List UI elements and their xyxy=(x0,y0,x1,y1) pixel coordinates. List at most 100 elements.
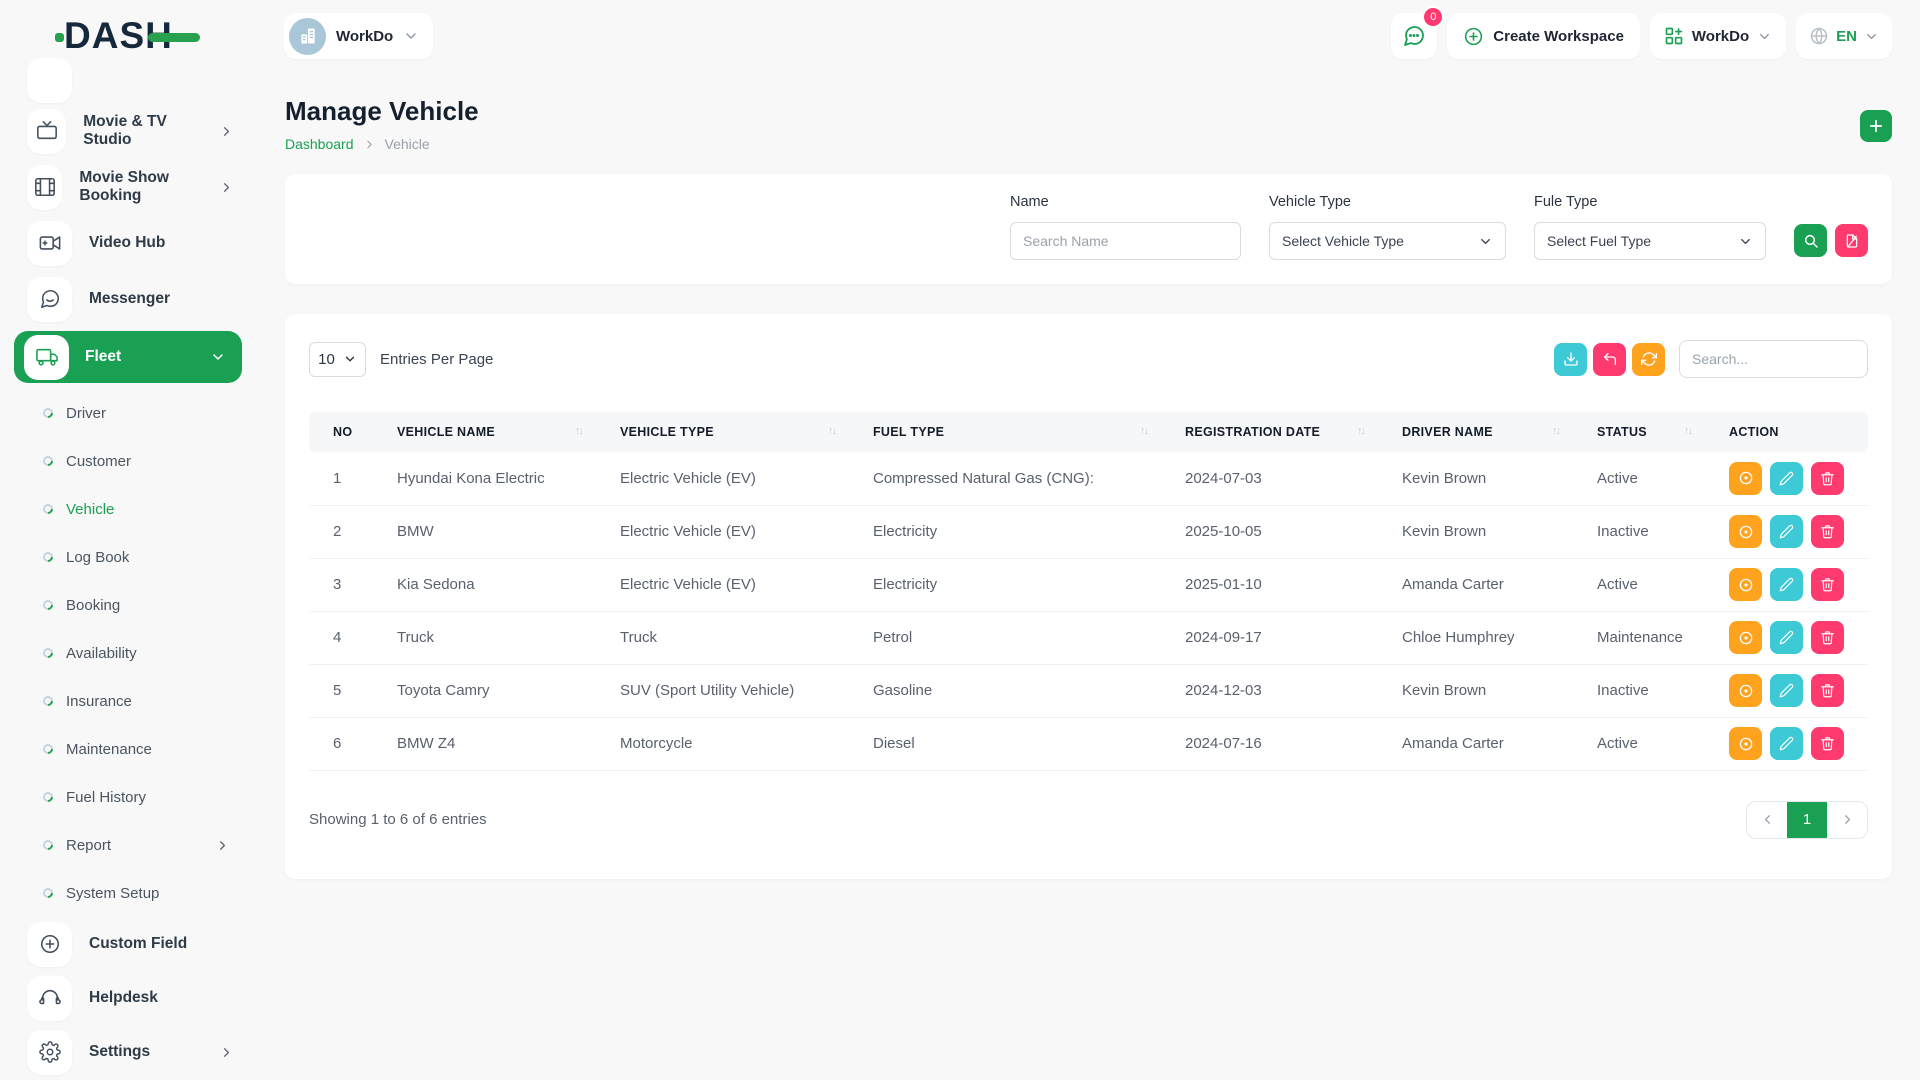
pencil-icon xyxy=(1779,471,1794,486)
cell-vehicle-name: BMW xyxy=(373,505,596,558)
create-workspace-button[interactable]: Create Workspace xyxy=(1447,13,1640,59)
breadcrumb-dashboard-link[interactable]: Dashboard xyxy=(285,136,354,152)
sidebar-item-customer[interactable]: Customer xyxy=(16,437,260,485)
sort-icon[interactable]: ↑↓ xyxy=(575,425,582,437)
table-row: 2 BMW Electric Vehicle (EV) Electricity … xyxy=(309,505,1868,558)
table-row: 5 Toyota Camry SUV (Sport Utility Vehicl… xyxy=(309,664,1868,717)
view-button[interactable] xyxy=(1729,515,1762,548)
column-header-fuel-type[interactable]: ↑↓FUEL TYPE xyxy=(849,412,1161,452)
refresh-button[interactable] xyxy=(1632,343,1665,376)
previous-page-button[interactable] xyxy=(1747,802,1787,838)
page-number-button[interactable]: 1 xyxy=(1787,802,1827,838)
column-header-driver-name[interactable]: ↑↓DRIVER NAME xyxy=(1378,412,1573,452)
cell-vehicle-name: Truck xyxy=(373,611,596,664)
sidebar-item-video-hub[interactable]: Video Hub xyxy=(16,215,260,271)
workspace-switcher[interactable]: WorkDo xyxy=(1650,13,1786,59)
cell-vehicle-name: BMW Z4 xyxy=(373,717,596,770)
sidebar-item-report[interactable]: Report xyxy=(16,821,260,869)
cell-no: 2 xyxy=(309,505,373,558)
sidebar-item-maintenance[interactable]: Maintenance xyxy=(16,725,260,773)
view-button[interactable] xyxy=(1729,674,1762,707)
language-selector[interactable]: EN xyxy=(1796,13,1892,59)
delete-button[interactable] xyxy=(1811,727,1844,760)
edit-button[interactable] xyxy=(1770,674,1803,707)
delete-button[interactable] xyxy=(1811,674,1844,707)
page-title: Manage Vehicle xyxy=(285,96,479,127)
vehicle-type-select[interactable]: Select Vehicle Type xyxy=(1269,222,1506,260)
trash-icon xyxy=(1820,736,1835,751)
view-button[interactable] xyxy=(1729,727,1762,760)
sort-icon[interactable]: ↑↓ xyxy=(1552,425,1559,437)
sidebar-item-helpdesk[interactable]: Helpdesk xyxy=(16,971,260,1025)
undo-button[interactable] xyxy=(1593,343,1626,376)
sidebar-item-custom-field[interactable]: Custom Field xyxy=(16,917,260,971)
sidebar-item-settings[interactable]: Settings xyxy=(16,1025,260,1079)
sidebar-item-system-setup[interactable]: System Setup xyxy=(16,869,260,917)
add-vehicle-button[interactable] xyxy=(1860,110,1892,142)
sort-icon[interactable]: ↑↓ xyxy=(1357,425,1364,437)
fuel-type-select[interactable]: Select Fuel Type xyxy=(1534,222,1766,260)
edit-button[interactable] xyxy=(1770,568,1803,601)
sidebar-item-partial[interactable] xyxy=(16,58,260,103)
dash-logo[interactable]: DASH xyxy=(64,16,192,56)
column-header-status[interactable]: ↑↓STATUS xyxy=(1573,412,1705,452)
main-content: Manage Vehicle Dashboard Vehicle N xyxy=(260,72,1920,879)
table-search-input[interactable] xyxy=(1679,340,1868,378)
sidebar-item-messenger[interactable]: Messenger xyxy=(16,271,260,327)
sidebar-item-log-book[interactable]: Log Book xyxy=(16,533,260,581)
cell-status: Active xyxy=(1573,558,1705,611)
messages-button[interactable]: 0 xyxy=(1391,13,1437,59)
sidebar-item-movie-tv-studio[interactable]: Movie & TV Studio xyxy=(16,103,260,159)
sidebar-item-label: Video Hub xyxy=(89,234,165,252)
eye-icon xyxy=(1738,524,1754,540)
pagination: 1 xyxy=(1746,801,1868,839)
view-button[interactable] xyxy=(1729,621,1762,654)
eye-icon xyxy=(1738,630,1754,646)
chevron-left-icon xyxy=(1760,812,1775,827)
delete-button[interactable] xyxy=(1811,462,1844,495)
pencil-icon xyxy=(1779,577,1794,592)
trash-icon xyxy=(1820,577,1835,592)
sidebar-item-driver[interactable]: Driver xyxy=(16,389,260,437)
view-button[interactable] xyxy=(1729,462,1762,495)
logo-accent-dot xyxy=(55,33,64,42)
filter-clear-button[interactable] xyxy=(1835,224,1868,257)
delete-button[interactable] xyxy=(1811,621,1844,654)
sidebar-item-vehicle[interactable]: Vehicle xyxy=(16,485,260,533)
entries-per-page-select[interactable]: 10 xyxy=(309,342,366,377)
column-header-vehicle-name[interactable]: ↑↓VEHICLE NAME xyxy=(373,412,596,452)
delete-button[interactable] xyxy=(1811,568,1844,601)
sidebar-item-availability[interactable]: Availability xyxy=(16,629,260,677)
next-page-button[interactable] xyxy=(1827,802,1867,838)
delete-button[interactable] xyxy=(1811,515,1844,548)
column-header-vehicle-type[interactable]: ↑↓VEHICLE TYPE xyxy=(596,412,849,452)
name-filter-input[interactable] xyxy=(1010,222,1241,260)
sort-icon[interactable]: ↑↓ xyxy=(1684,425,1691,437)
sidebar-item-fleet[interactable]: Fleet xyxy=(14,331,242,383)
edit-button[interactable] xyxy=(1770,515,1803,548)
edit-button[interactable] xyxy=(1770,462,1803,495)
sort-icon[interactable]: ↑↓ xyxy=(1140,425,1147,437)
chevron-down-icon xyxy=(210,349,226,365)
view-button[interactable] xyxy=(1729,568,1762,601)
workspace-selector[interactable]: WorkDo xyxy=(284,13,433,59)
filter-search-button[interactable] xyxy=(1794,224,1827,257)
sidebar-item-label: Movie & TV Studio xyxy=(83,113,202,149)
sidebar-item-label: Fleet xyxy=(85,348,121,366)
edit-button[interactable] xyxy=(1770,727,1803,760)
column-header-registration-date[interactable]: ↑↓REGISTRATION DATE xyxy=(1161,412,1378,452)
sidebar-item-movie-show-booking[interactable]: Movie Show Booking xyxy=(16,159,260,215)
sidebar-item-booking[interactable]: Booking xyxy=(16,581,260,629)
cell-fuel-type: Diesel xyxy=(849,717,1161,770)
cell-no: 5 xyxy=(309,664,373,717)
sidebar-item-label: Movie Show Booking xyxy=(79,169,202,205)
refresh-icon xyxy=(1641,351,1657,367)
edit-button[interactable] xyxy=(1770,621,1803,654)
export-button[interactable] xyxy=(1554,343,1587,376)
topbar-actions: 0 Create Workspace WorkDo xyxy=(1391,13,1892,59)
cell-driver-name: Kevin Brown xyxy=(1378,505,1573,558)
cell-fuel-type: Compressed Natural Gas (CNG): xyxy=(849,452,1161,505)
sort-icon[interactable]: ↑↓ xyxy=(828,425,835,437)
sidebar-item-fuel-history[interactable]: Fuel History xyxy=(16,773,260,821)
sidebar-item-insurance[interactable]: Insurance xyxy=(16,677,260,725)
